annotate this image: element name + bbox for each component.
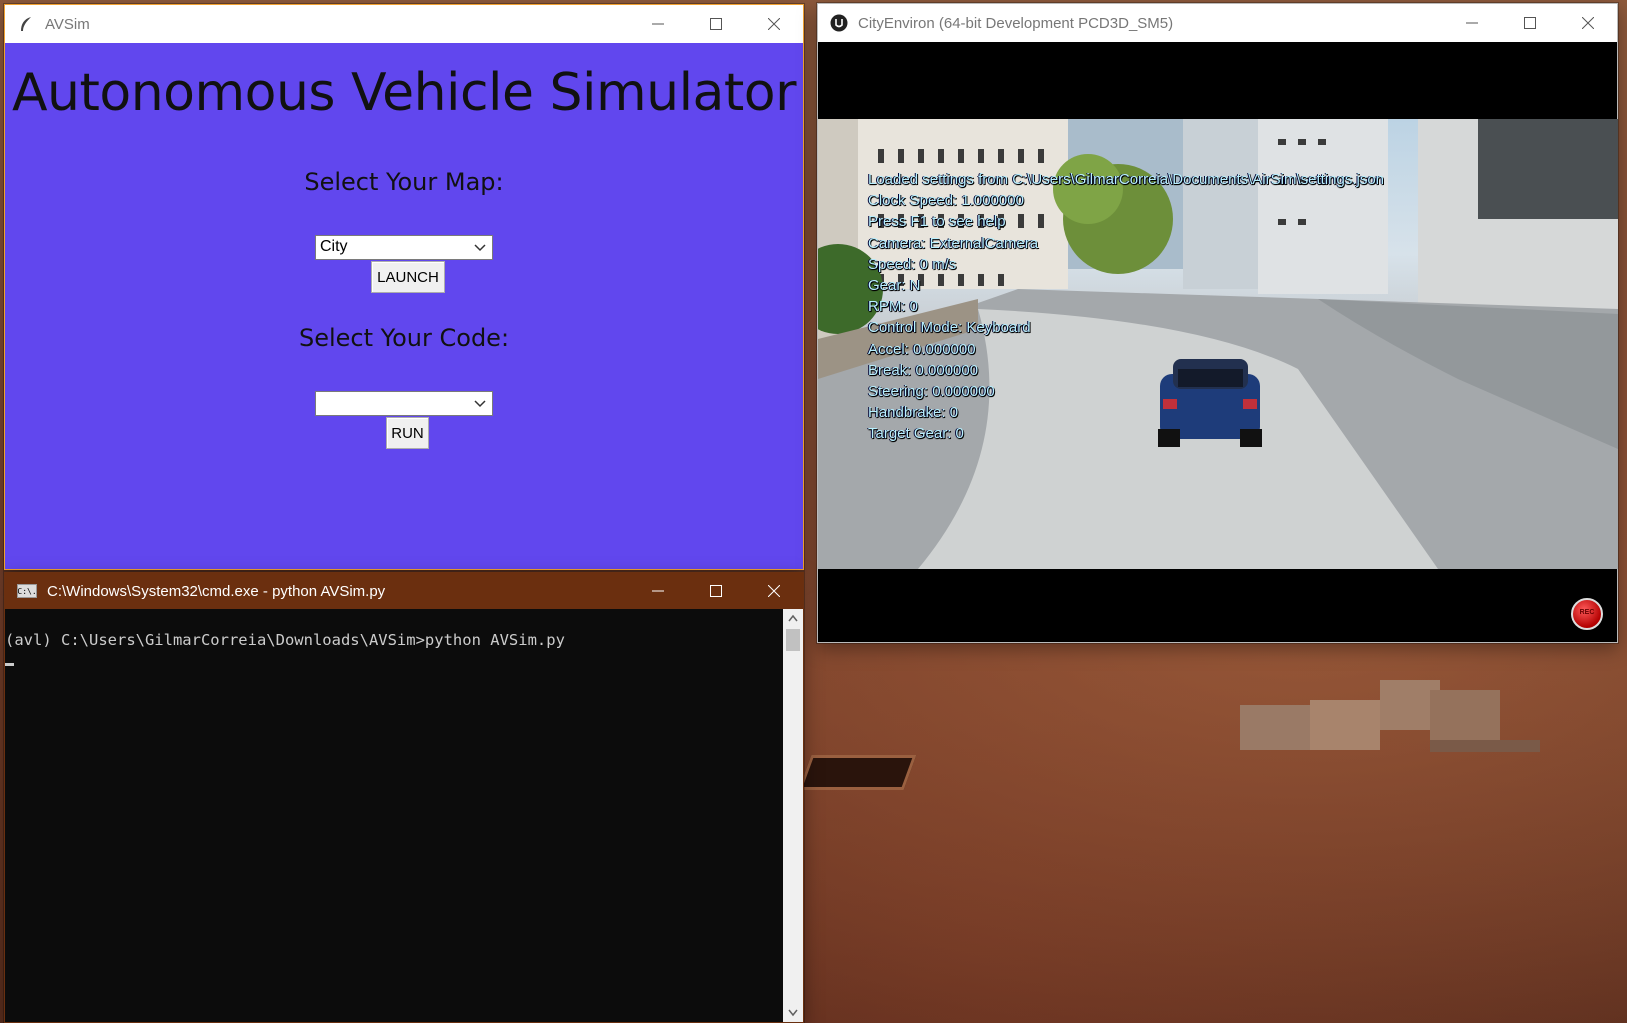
launch-button[interactable]: LAUNCH [371,261,445,293]
cityenviron-client-area: Loaded settings from C:\Users\GilmarCorr… [818,42,1618,642]
record-label: REC [1579,609,1595,616]
vertical-scrollbar[interactable] [783,609,803,1022]
code-select[interactable] [315,391,493,416]
maximize-button[interactable] [1501,4,1559,42]
close-button[interactable] [745,573,803,609]
avsim-client-area: Autonomous Vehicle Simulator Select Your… [5,43,803,569]
scroll-thumb[interactable] [786,629,800,651]
hud-line: Press F1 to see help [868,213,1006,231]
simulation-viewport[interactable]: Loaded settings from C:\Users\GilmarCorr… [818,119,1618,569]
hud-line: Control Mode: Keyboard [868,319,1031,337]
app-heading: Autonomous Vehicle Simulator [11,63,797,123]
minimize-button[interactable] [629,573,687,609]
record-button[interactable]: REC [1571,598,1603,630]
hud-line: Loaded settings from C:\Users\GilmarCorr… [868,171,1385,188]
map-select-value: City [320,238,348,255]
window-title: AVSim [45,15,90,33]
map-select[interactable]: City [315,235,493,260]
cmd-icon: C:\. [17,584,37,598]
hud-overlay: Loaded settings from C:\Users\GilmarCorr… [868,169,1384,445]
minimize-button[interactable] [1443,4,1501,42]
scroll-down-button[interactable] [783,1004,803,1022]
console-line: (avl) C:\Users\GilmarCorreia\Downloads\A… [5,631,565,649]
chevron-down-icon [474,244,486,252]
maximize-button[interactable] [687,573,745,609]
text-cursor [5,663,14,666]
avsim-window[interactable]: AVSim Autonomous Vehicle Simulator Selec… [4,4,804,570]
window-title: C:\Windows\System32\cmd.exe - python AVS… [47,582,386,600]
cmd-titlebar[interactable]: C:\. C:\Windows\System32\cmd.exe - pytho… [5,573,803,609]
close-button[interactable] [745,5,803,43]
avsim-titlebar[interactable]: AVSim [5,5,803,43]
chevron-down-icon [788,1009,798,1017]
hud-line: Handbrake: 0 [868,404,959,422]
unreal-engine-icon [830,14,848,32]
desert-rock-structures [1240,680,1540,752]
cmd-icon-text: C:\. [17,586,37,596]
close-button[interactable] [1559,4,1617,42]
maximize-button[interactable] [687,5,745,43]
code-label: Select Your Code: [298,324,510,352]
cmd-window[interactable]: C:\. C:\Windows\System32\cmd.exe - pytho… [4,572,804,1023]
cityenviron-window[interactable]: CityEnviron (64-bit Development PCD3D_SM… [817,3,1618,643]
feather-icon [17,15,35,33]
chevron-down-icon [474,400,486,408]
hud-line: Accel: 0.000000 [868,340,976,358]
hud-line: RPM: 0 [868,298,919,316]
chevron-up-icon [788,614,798,622]
hud-line: Target Gear: 0 [868,425,964,443]
hud-line: Speed: 0 m/s [868,255,957,273]
map-label: Select Your Map: [304,168,504,196]
hud-line: Break: 0.000000 [868,361,979,379]
desert-pit [798,755,917,790]
scroll-up-button[interactable] [783,609,803,627]
hud-line: Steering: 0.000000 [868,383,995,401]
hud-line: Gear: N [868,277,921,295]
minimize-button[interactable] [629,5,687,43]
window-title: CityEnviron (64-bit Development PCD3D_SM… [858,14,1174,32]
run-button[interactable]: RUN [386,417,429,449]
console-area[interactable]: (avl) C:\Users\GilmarCorreia\Downloads\A… [5,609,803,1022]
hud-line: Camera: ExternalCamera [868,234,1039,252]
cityenviron-titlebar[interactable]: CityEnviron (64-bit Development PCD3D_SM… [818,4,1617,42]
hud-line: Clock Speed: 1.000000 [868,192,1024,210]
